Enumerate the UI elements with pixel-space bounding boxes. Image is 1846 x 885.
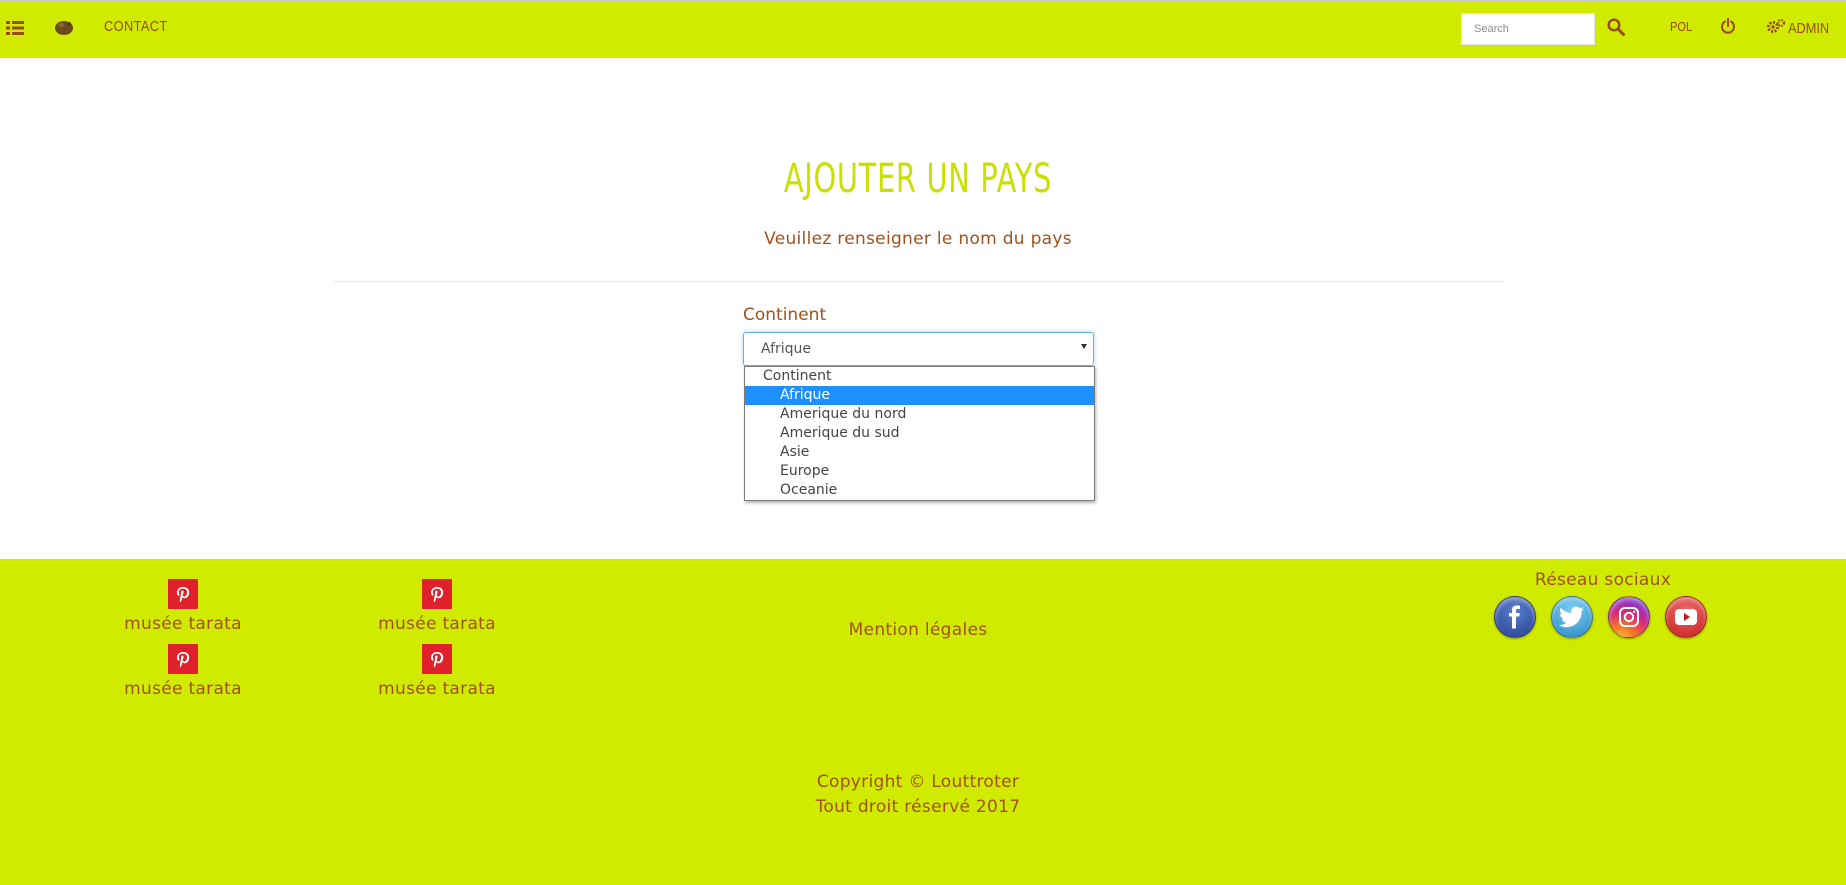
dropdown-option[interactable]: Europe: [745, 462, 1094, 481]
chevron-down-icon: [1081, 344, 1087, 349]
dropdown-group-label: Continent: [763, 368, 832, 384]
copyright-line: Copyright © Louttroter: [816, 772, 1020, 792]
social-icons: [1494, 596, 1707, 638]
footer-link-musee[interactable]: musée tarata: [103, 644, 263, 699]
pinterest-icon: [422, 644, 452, 674]
continent-dropdown-list: Continent Afrique Amerique du nord Ameri…: [744, 366, 1095, 501]
footer-link-label: musée tarata: [378, 679, 496, 699]
list-icon[interactable]: [6, 20, 24, 36]
pinterest-icon: [168, 644, 198, 674]
logo-icon[interactable]: [54, 18, 74, 36]
continent-label: Continent: [743, 305, 827, 325]
language-link[interactable]: POL: [1670, 19, 1692, 34]
continent-select-value: Afrique: [761, 341, 812, 357]
instagram-icon[interactable]: [1608, 596, 1650, 638]
nav-contact-link[interactable]: CONTACT: [104, 18, 168, 35]
social-title: Réseau sociaux: [1534, 570, 1672, 590]
admin-label: ADMIN: [1788, 19, 1830, 37]
top-navbar: CONTACT POL ADMIN: [0, 0, 1846, 58]
copyright-line: Tout droit réservé 2017: [815, 797, 1021, 817]
footer-link-label: musée tarata: [124, 679, 242, 699]
dropdown-option[interactable]: Oceanie: [745, 481, 1094, 500]
continent-select[interactable]: Afrique: [743, 332, 1094, 366]
dropdown-option[interactable]: Afrique: [745, 386, 1094, 405]
pinterest-icon: [422, 579, 452, 609]
dropdown-option[interactable]: Amerique du sud: [745, 424, 1094, 443]
dropdown-option[interactable]: Asie: [745, 443, 1094, 462]
footer-link-musee[interactable]: musée tarata: [357, 644, 517, 699]
page-subtitle: Veuillez renseigner le nom du pays: [764, 229, 1072, 249]
admin-menu[interactable]: ADMIN: [1766, 18, 1836, 38]
facebook-icon[interactable]: [1494, 596, 1536, 638]
search-input[interactable]: [1461, 13, 1595, 45]
pinterest-icon: [168, 579, 198, 609]
page-title: Ajouter un pays: [783, 156, 1053, 202]
divider: [334, 281, 1504, 282]
gears-icon: [1766, 18, 1786, 38]
search-icon[interactable]: [1607, 18, 1625, 36]
dropdown-option[interactable]: Amerique du nord: [745, 405, 1094, 424]
youtube-icon[interactable]: [1665, 596, 1707, 638]
power-icon[interactable]: [1720, 18, 1736, 34]
twitter-icon[interactable]: [1551, 596, 1593, 638]
copyright: Copyright © Louttroter Tout droit réserv…: [0, 770, 1836, 820]
